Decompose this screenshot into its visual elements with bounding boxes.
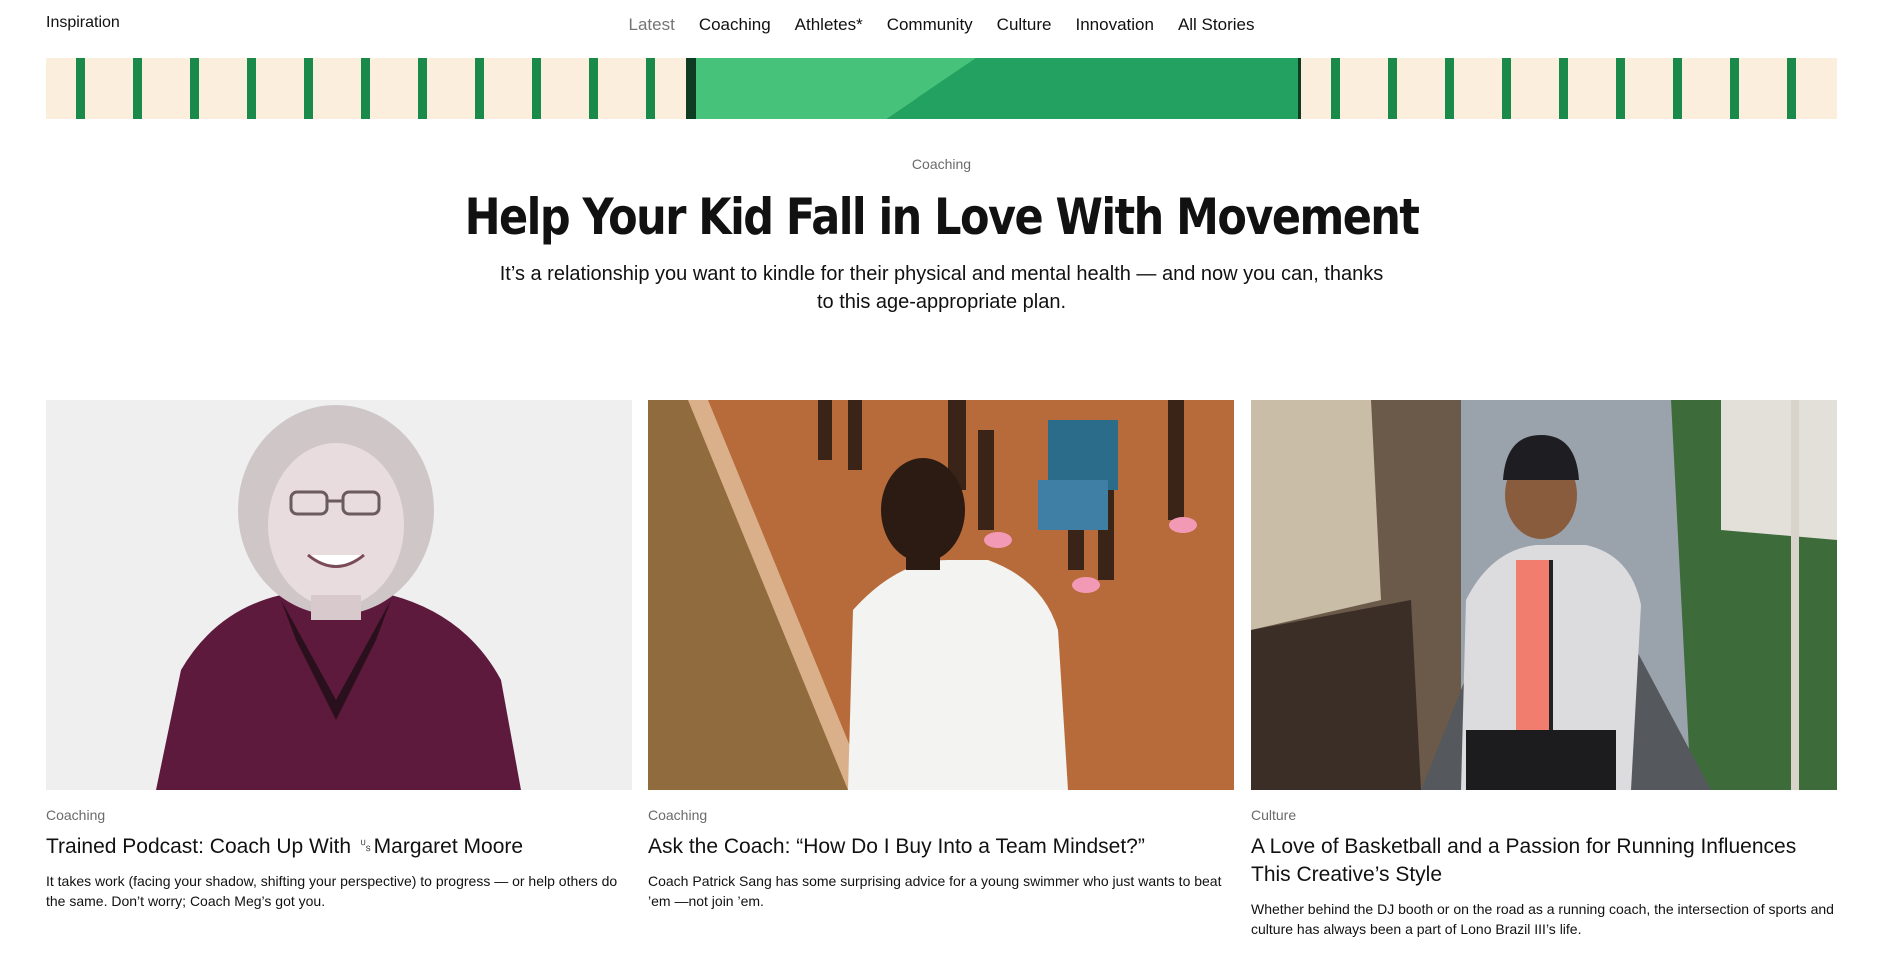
story-image-portrait[interactable] [46,400,632,790]
nav-item-all-stories[interactable]: All Stories [1166,15,1267,35]
story-description: Whether behind the DJ booth or on the ro… [1251,901,1834,937]
story-card[interactable]: Coaching Trained Podcast: Coach Up With … [46,400,632,911]
stripe [475,58,484,119]
nav-item-culture[interactable]: Culture [985,15,1064,35]
stripe [1673,58,1682,119]
stripe [247,58,256,119]
nav-item-innovation[interactable]: Innovation [1063,15,1165,35]
stripe [418,58,427,119]
stripe [133,58,142,119]
nav-item-latest[interactable]: Latest [617,15,687,35]
stripe [76,58,85,119]
stripe [1502,58,1511,119]
stripe [190,58,199,119]
story-title[interactable]: Ask the Coach: “How Do I Buy Into a Team… [648,833,1234,861]
stripe [1787,58,1796,119]
nav-item-community[interactable]: Community [875,15,985,35]
stripe [361,58,370,119]
stripe [1445,58,1454,119]
nav-item-coaching[interactable]: Coaching [687,15,783,35]
hero-subtitle: It’s a relationship you want to kindle f… [499,263,1384,313]
story-category[interactable]: Coaching [648,807,1234,823]
story-description: It takes work (facing your shadow, shift… [46,873,618,909]
stripe [1331,58,1340,119]
nav-menu: Latest Coaching Athletes* Community Cult… [0,15,1883,35]
stripe [646,58,655,119]
story-title[interactable]: Trained Podcast: Coach Up With ␟Margaret… [46,833,632,861]
stripe [1616,58,1625,119]
story-image-coach[interactable] [648,400,1234,790]
nav-item-athletes[interactable]: Athletes* [783,15,875,35]
story-title[interactable]: A Love of Basketball and a Passion for R… [1251,833,1837,889]
story-cards: Coaching Trained Podcast: Coach Up With … [46,400,1837,940]
stripe [304,58,313,119]
top-navigation: Inspiration Latest Coaching Athletes* Co… [0,0,1883,50]
stripe [589,58,598,119]
story-category[interactable]: Coaching [46,807,632,823]
story-description: Coach Patrick Sang has some surprising a… [648,873,1222,909]
stripe [1559,58,1568,119]
story-card[interactable]: Coaching Ask the Coach: “How Do I Buy In… [648,400,1234,911]
story-category[interactable]: Culture [1251,807,1837,823]
hero-stripe-illustration [46,58,1837,119]
story-card[interactable]: Culture A Love of Basketball and a Passi… [1251,400,1837,939]
stripe [1730,58,1739,119]
hero-category[interactable]: Coaching [0,156,1883,172]
stripe [532,58,541,119]
hero-image[interactable] [46,58,1837,119]
hero-title[interactable]: Help Your Kid Fall in Love With Movement [132,188,1751,246]
story-image-street[interactable] [1251,400,1837,790]
stripe [1388,58,1397,119]
